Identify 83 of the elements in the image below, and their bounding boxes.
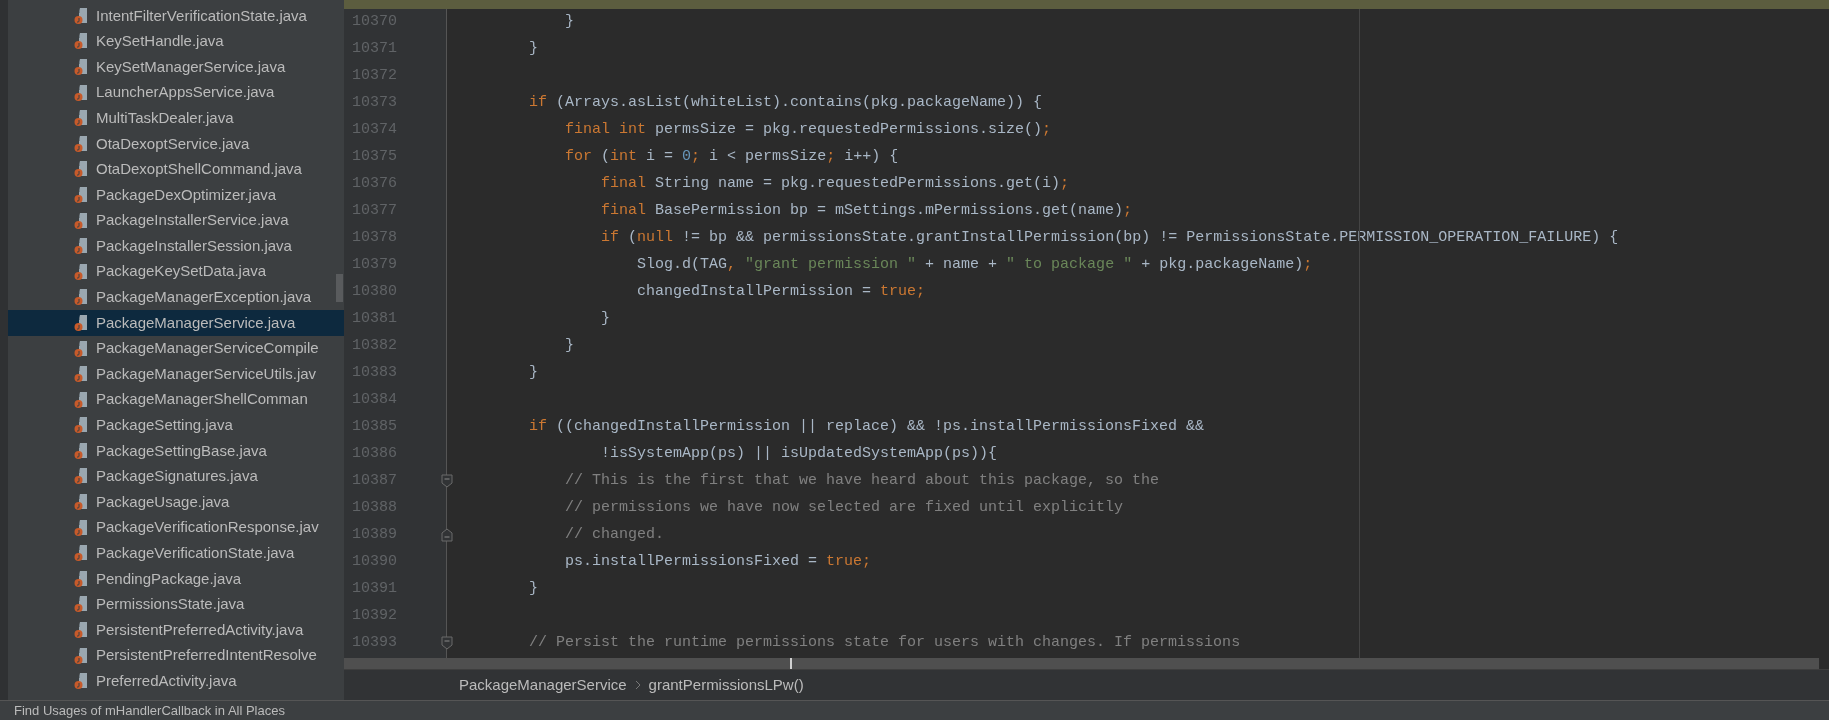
file-tree-item[interactable]: PackageManagerServiceUtils.jav [8, 361, 344, 387]
java-file-icon [74, 493, 90, 512]
java-file-icon [74, 416, 90, 435]
scrollbar-thumb[interactable] [336, 274, 343, 302]
code-line: changedInstallPermission = true; [636, 282, 926, 303]
java-file-icon [74, 83, 90, 102]
java-file-icon [74, 32, 90, 51]
file-tree-item[interactable]: PackageSettingBase.java [8, 438, 344, 464]
code-line: Slog.d(TAG, "grant permission " + name + " to package " + pkg.packageName); [636, 255, 1313, 276]
code-line: } [564, 336, 575, 357]
java-file-icon [74, 211, 90, 230]
java-file-icon [74, 646, 90, 665]
code-line: if (null != bp && permissionsState.grantInstallPermission(bp) != PermissionsState.PERMISSION_OPERATION_FAILURE) { [600, 228, 1619, 249]
breadcrumb-item[interactable]: grantPermissionsLPw() [648, 673, 804, 697]
java-file-icon [74, 58, 90, 76]
breadcrumb-item[interactable]: PackageManagerService [459, 673, 627, 697]
code-line: } [564, 12, 575, 33]
chevron-right-icon [634, 680, 641, 690]
code-line: } [600, 309, 611, 330]
java-file-icon [74, 339, 90, 358]
java-file-icon [74, 390, 90, 409]
file-tree-item[interactable]: PermissionsState.java [8, 591, 344, 618]
java-file-icon [74, 6, 90, 25]
code-line: } [528, 579, 538, 600]
file-tree-item[interactable]: PersistentPreferredActivity.java [8, 617, 344, 643]
code-line: final int permsSize = pkg.requestedPermissions.size(); [564, 120, 1052, 141]
java-file-icon [74, 313, 90, 332]
file-tree-item[interactable]: PackageInstallerService.java [8, 207, 344, 234]
file-tree-item[interactable]: PackageVerificationResponse.jav [8, 514, 344, 541]
file-tree-item[interactable]: OtaDexoptShellCommand.java [8, 156, 344, 183]
file-tree-item[interactable]: PersistentPreferredIntentResolve [8, 642, 344, 669]
java-file-icon [74, 672, 90, 691]
java-file-icon [74, 569, 90, 588]
java-file-icon [74, 467, 90, 486]
file-tree-item[interactable]: KeySetHandle.java [8, 28, 344, 55]
java-file-icon [74, 109, 90, 128]
java-file-icon [74, 544, 90, 563]
code-line: if ((changedInstallPermission || replace) && !ps.installPermissionsFixed && [528, 417, 1205, 438]
java-file-icon [74, 365, 90, 384]
file-tree-item[interactable]: OtaDexoptService.java [8, 130, 344, 157]
file-tree-item[interactable]: PackageManagerException.java [8, 284, 344, 311]
code-line: // permissions we have now selected are fixed until explicitly [564, 498, 1124, 519]
status-message: Find Usages of mHandlerCallback in All Places [14, 701, 285, 720]
code-line: } [528, 39, 538, 60]
file-tree-item[interactable]: KeySetManagerService.java [8, 54, 344, 80]
file-tree-item[interactable]: MultiTaskDealer.java [8, 105, 344, 131]
java-file-icon [74, 262, 90, 281]
code-line: // changed. [564, 525, 665, 546]
java-file-icon [74, 160, 90, 179]
file-tree-item[interactable]: PackageManagerServiceCompile [8, 335, 344, 362]
file-tree-item[interactable]: PackageInstallerSession.java [8, 233, 344, 259]
file-tree-item[interactable]: PackageSignatures.java [8, 463, 344, 490]
file-tree-item[interactable]: PackageSetting.java [8, 412, 344, 439]
code-line: final BasePermission bp = mSettings.mPermissions.get(name); [600, 201, 1133, 222]
java-file-icon [74, 237, 90, 256]
file-tree-item[interactable]: PackageManagerService.java [8, 310, 344, 336]
file-tree-item[interactable]: PendingPackage.java [8, 566, 344, 592]
java-file-icon [74, 518, 90, 537]
file-tree-item[interactable]: PackageUsage.java [8, 489, 344, 515]
java-file-icon [74, 288, 90, 307]
java-file-icon [74, 185, 90, 204]
fold-minus-icon[interactable] [441, 528, 453, 542]
code-line: !isSystemApp(ps) || isUpdatedSystemApp(ps)){ [600, 444, 998, 465]
file-tree-item[interactable]: IntentFilterVerificationState.java [8, 3, 344, 29]
code-line: } [528, 363, 538, 384]
code-line: final String name = pkg.requestedPermissions.get(i); [600, 174, 1070, 195]
fold-minus-icon[interactable] [441, 474, 453, 488]
file-tree-item[interactable]: LauncherAppsService.java [8, 79, 344, 106]
code-line: // This is the first that we have heard about this package, so the [564, 471, 1160, 492]
file-tree-item[interactable]: PackageManagerShellComman [8, 386, 344, 413]
code-line: // Persist the runtime permissions state for users with changes. If permissions [528, 633, 1241, 654]
code-line: for (int i = 0; i < permsSize; i++) { [564, 147, 899, 168]
java-file-icon [74, 595, 90, 614]
java-file-icon [74, 621, 90, 640]
file-tree-item[interactable]: PackageDexOptimizer.java [8, 182, 344, 208]
code-line: if (Arrays.asList(whiteList).contains(pkg.packageName)) { [528, 93, 1043, 114]
fold-minus-icon[interactable] [441, 636, 453, 650]
file-tree-item[interactable]: PreferredActivity.java [8, 668, 344, 695]
code-line: ps.installPermissionsFixed = true; [564, 552, 872, 573]
file-tree-item[interactable]: PackageKeySetData.java [8, 258, 344, 285]
java-file-icon [74, 441, 90, 460]
java-file-icon [74, 134, 90, 153]
file-tree-item[interactable]: PackageVerificationState.java [8, 540, 344, 567]
